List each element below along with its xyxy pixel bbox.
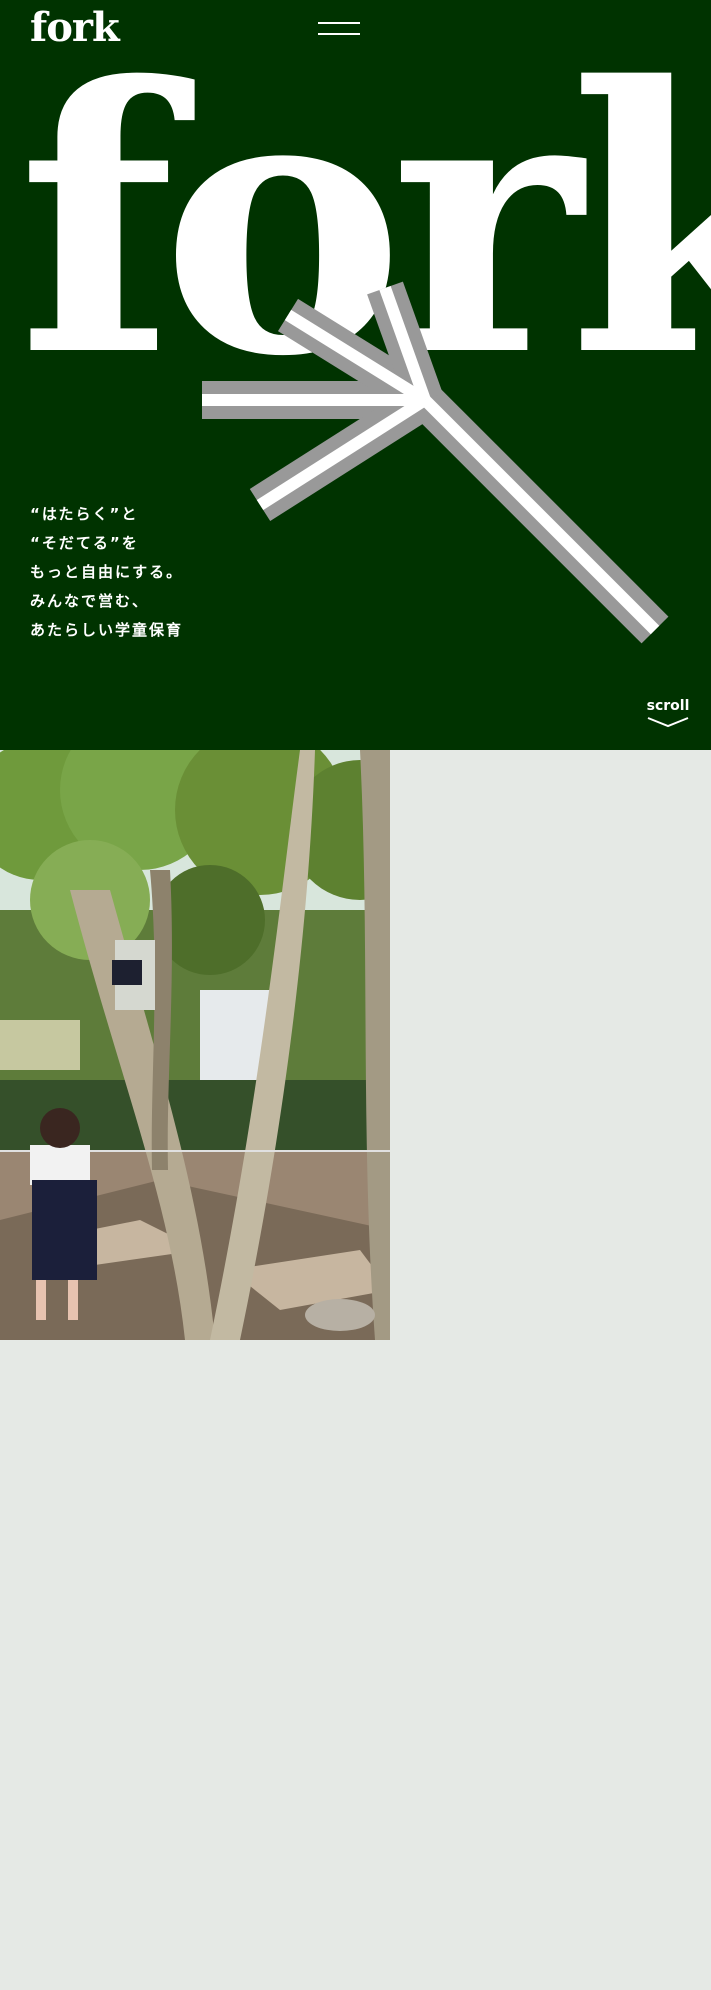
site-logo[interactable]: fork — [30, 8, 120, 48]
tagline-line: “そだてる”を — [30, 534, 139, 552]
menu-line — [318, 22, 360, 24]
scroll-indicator[interactable]: scroll — [646, 698, 690, 733]
hamburger-menu-icon[interactable] — [318, 20, 360, 38]
tagline-line: もっと自由にする。 — [30, 563, 184, 581]
hero-section: fork fork “はたらく”と “そだてる”を もっと自由にする。 みんなで… — [0, 0, 711, 750]
hero-tagline: “はたらく”と “そだてる”を もっと自由にする。 みんなで営む、 あたらしい学… — [30, 500, 183, 645]
scroll-label: scroll — [646, 698, 690, 714]
hero-photo — [0, 750, 390, 1340]
menu-line — [318, 33, 360, 35]
tagline-line: あたらしい学童保育 — [30, 621, 184, 639]
tagline-line: “はたらく”と — [30, 505, 139, 523]
chevron-down-icon — [647, 717, 689, 728]
tagline-line: みんなで営む、 — [30, 592, 150, 610]
